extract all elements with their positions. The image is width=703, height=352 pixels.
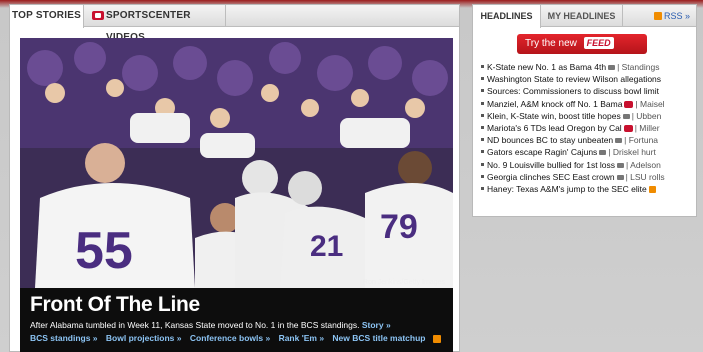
svg-text:79: 79 <box>380 208 418 246</box>
headline-text[interactable]: Klein, K-State win, boost title hopes <box>487 111 621 121</box>
headline-extra-link[interactable]: | LSU rolls <box>626 172 665 182</box>
headline-text[interactable]: Sources: Commissioners to discuss bowl l… <box>487 86 659 96</box>
record-icon <box>623 124 633 132</box>
bullet-icon <box>481 125 484 129</box>
hero-caption: Front Of The Line After Alabama tumbled … <box>20 288 453 352</box>
story-link[interactable]: Story » <box>362 320 391 330</box>
hero-photo[interactable]: 55 21 79 Ron Jenkins/Getty Images <box>20 38 453 288</box>
headline-extra-link[interactable]: | Driskel hurt <box>608 147 656 157</box>
headline-item[interactable]: Manziel, A&M knock off No. 1 Bama | Maise… <box>481 98 691 110</box>
link-conference-bowls[interactable]: Conference bowls » <box>190 333 270 343</box>
feed-logo: FEED <box>583 37 614 49</box>
tab-sportscenter-videos[interactable]: SPORTSCENTER VIDEOS <box>90 5 226 43</box>
summary-text: After Alabama tumbled in Week 11, Kansas… <box>30 320 360 330</box>
insider-icon <box>433 334 442 343</box>
headline-item[interactable]: Sources: Commissioners to discuss bowl l… <box>481 85 691 97</box>
bullet-icon <box>481 174 484 178</box>
headline-text[interactable]: Manziel, A&M knock off No. 1 Bama <box>487 99 622 109</box>
headline-text[interactable]: ND bounces BC to stay unbeaten <box>487 135 613 145</box>
top-stories-panel: TOP STORIES SPORTSCENTER VIDEOS <box>9 4 460 352</box>
headline-extra-link[interactable]: | Miller <box>635 123 660 133</box>
bullet-icon <box>481 65 484 68</box>
headline-item[interactable]: Gators escape Ragin' Cajuns | Driskel hur… <box>481 146 691 158</box>
tab-headlines[interactable]: HEADLINES <box>473 5 541 28</box>
camera-icon <box>616 174 624 180</box>
tab-my-headlines[interactable]: MY HEADLINES <box>541 5 623 27</box>
kansas-state-players-image: 55 21 79 <box>20 38 453 288</box>
camera-icon <box>599 150 607 156</box>
bullet-icon <box>481 162 484 166</box>
espn-video-icon <box>92 11 104 20</box>
try-feed-button[interactable]: Try the new FEED <box>517 34 647 54</box>
insider-icon <box>648 185 656 193</box>
bullet-icon <box>481 186 484 190</box>
headline-item[interactable]: Mariota's 6 TDs lead Oregon by Cal | Mill… <box>481 122 691 134</box>
headline-item[interactable]: Klein, K-State win, boost title hopes | U… <box>481 110 691 122</box>
link-new-bcs-title-matchup[interactable]: New BCS title matchup <box>332 333 425 343</box>
camera-icon <box>615 138 623 144</box>
bullet-icon <box>481 89 484 93</box>
link-rank-em[interactable]: Rank 'Em » <box>279 333 324 343</box>
headline-extra-link[interactable]: | Maisel <box>635 99 664 109</box>
rss-link[interactable]: RSS » <box>653 11 690 21</box>
headline-text[interactable]: Washington State to review Wilson allega… <box>487 74 661 84</box>
headline-text[interactable]: Haney: Texas A&M's jump to the SEC elite <box>487 184 647 194</box>
headline-extra-link[interactable]: | Adelson <box>626 160 661 170</box>
link-bcs-standings[interactable]: BCS standings » <box>30 333 98 343</box>
headline-extra-link[interactable]: | Ubben <box>632 111 662 121</box>
headline-text[interactable]: Gators escape Ragin' Cajuns <box>487 147 597 157</box>
headline-text[interactable]: Mariota's 6 TDs lead Oregon by Cal <box>487 123 622 133</box>
related-links: BCS standings » Bowl projections » Confe… <box>30 333 443 343</box>
camera-icon <box>622 113 630 119</box>
headline-item[interactable]: No. 9 Louisville bullied for 1st loss | A… <box>481 159 691 171</box>
headlines-tabbar: HEADLINES MY HEADLINES RSS » <box>473 5 696 28</box>
tab-top-stories[interactable]: TOP STORIES <box>10 5 84 28</box>
headline-list: K-State new No. 1 as Bama 4th | Standings… <box>481 61 691 195</box>
link-bowl-projections[interactable]: Bowl projections » <box>106 333 182 343</box>
headline-item[interactable]: Washington State to review Wilson allega… <box>481 73 691 85</box>
headline-extra-link[interactable]: | Fortuna <box>624 135 658 145</box>
story-tabbar: TOP STORIES SPORTSCENTER VIDEOS <box>10 5 459 43</box>
headline-item[interactable]: Georgia clinches SEC East crown | LSU rol… <box>481 171 691 183</box>
photo-credit: Ron Jenkins/Getty Images <box>362 279 445 286</box>
headline-item[interactable]: ND bounces BC to stay unbeaten | Fortuna <box>481 134 691 146</box>
bullet-icon <box>481 150 484 154</box>
record-icon <box>624 100 634 108</box>
bullet-icon <box>481 113 484 117</box>
svg-text:21: 21 <box>310 230 343 263</box>
feed-button-label: Try the new <box>525 38 577 49</box>
hero-summary: After Alabama tumbled in Week 11, Kansas… <box>30 320 443 330</box>
headlines-panel: HEADLINES MY HEADLINES RSS » Try the new… <box>472 4 697 217</box>
hero-headline[interactable]: Front Of The Line <box>30 293 443 317</box>
camera-icon <box>617 162 625 168</box>
headline-text[interactable]: Georgia clinches SEC East crown <box>487 172 615 182</box>
bullet-icon <box>481 101 484 105</box>
hero-story[interactable]: 55 21 79 Ron Jenkins/Getty Images Front … <box>20 38 453 352</box>
rss-icon <box>653 12 662 20</box>
svg-text:55: 55 <box>75 222 133 280</box>
headline-item[interactable]: Haney: Texas A&M's jump to the SEC elite <box>481 183 691 195</box>
bullet-icon <box>481 138 484 142</box>
headline-text[interactable]: K-State new No. 1 as Bama 4th <box>487 62 606 72</box>
rss-label: RSS » <box>663 11 690 21</box>
headline-extra-link[interactable]: | Standings <box>617 62 659 72</box>
bullet-icon <box>481 77 484 81</box>
headline-text[interactable]: No. 9 Louisville bullied for 1st loss <box>487 160 615 170</box>
headline-item[interactable]: K-State new No. 1 as Bama 4th | Standings <box>481 61 691 73</box>
camera-icon <box>608 65 616 70</box>
